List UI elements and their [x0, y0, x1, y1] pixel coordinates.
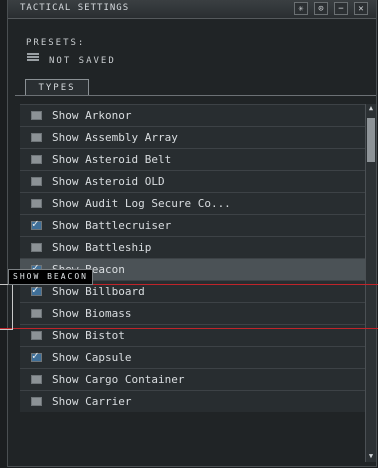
list-item-label: Show Asteroid Belt — [52, 153, 172, 166]
list-item[interactable]: Show Biomass — [20, 302, 365, 324]
presets-list-icon[interactable] — [27, 53, 39, 64]
list-item-label: Show Asteroid OLD — [52, 175, 165, 188]
list-item[interactable]: Show Battleship — [20, 236, 365, 258]
list-item-label: Show Bistot — [52, 329, 125, 342]
checkmark-icon: ✓ — [32, 217, 39, 230]
checkbox-unchecked[interactable] — [31, 397, 42, 406]
list-item[interactable]: ✓ Show Battlecruiser — [20, 214, 365, 236]
list-item[interactable]: ✓ Show Capsule — [20, 346, 365, 368]
checkbox-unchecked[interactable] — [31, 243, 42, 252]
list-item[interactable]: Show Assembly Array — [20, 126, 365, 148]
list-item[interactable]: Show Cargo Container — [20, 368, 365, 390]
close-button[interactable]: ✕ — [354, 2, 368, 15]
checkbox-unchecked[interactable] — [31, 155, 42, 164]
list-item[interactable]: Show Audit Log Secure Co... — [20, 192, 365, 214]
settings-icon: ✳ — [298, 4, 304, 14]
presets-label: PRESETS: — [26, 38, 86, 48]
window-title: TACTICAL SETTINGS — [20, 3, 130, 13]
close-icon: ✕ — [358, 4, 364, 14]
checkmark-icon: ✓ — [32, 349, 39, 362]
list-item-label: Show Battlecruiser — [52, 219, 172, 232]
tooltip: SHOW BEACON — [8, 269, 93, 285]
checkbox-unchecked[interactable] — [31, 375, 42, 384]
scroll-down-icon[interactable]: ▼ — [366, 452, 376, 462]
list-item-label: Show Billboard — [52, 285, 145, 298]
list-item[interactable]: Show Asteroid Belt — [20, 148, 365, 170]
settings-button[interactable]: ✳ — [294, 2, 308, 15]
list-item-label: Show Audit Log Secure Co... — [52, 197, 231, 210]
scroll-thumb[interactable] — [367, 118, 375, 162]
list-item-label: Show Battleship — [52, 241, 152, 254]
list-item-label: Show Capsule — [52, 351, 132, 364]
checkbox-unchecked[interactable] — [31, 111, 42, 120]
presets-value[interactable]: NOT SAVED — [49, 56, 116, 66]
checkbox-unchecked[interactable] — [31, 199, 42, 208]
checkbox-unchecked[interactable] — [31, 133, 42, 142]
list-item-label: Show Cargo Container — [52, 373, 185, 386]
minimize-button[interactable]: − — [334, 2, 348, 15]
tab-types[interactable]: TYPES — [25, 79, 89, 96]
list-item-label: Show Carrier — [52, 395, 132, 408]
checkbox-checked[interactable]: ✓ — [31, 283, 42, 296]
checkbox-checked[interactable]: ✓ — [31, 349, 42, 362]
list-item-label: Show Assembly Array — [52, 131, 178, 144]
checkbox-checked[interactable]: ✓ — [31, 217, 42, 230]
checkbox-unchecked[interactable] — [31, 331, 42, 340]
highlight-line-bottom — [0, 328, 378, 329]
info-icon: ⊙ — [318, 4, 324, 14]
minimize-icon: − — [338, 4, 344, 14]
list-item[interactable]: Show Asteroid OLD — [20, 170, 365, 192]
checkbox-unchecked[interactable] — [31, 177, 42, 186]
tab-divider — [15, 95, 376, 96]
scrollbar[interactable]: ▲ ▼ — [365, 104, 376, 462]
highlight-bracket — [0, 284, 13, 330]
scroll-up-icon[interactable]: ▲ — [366, 104, 376, 114]
list-item-label: Show Biomass — [52, 307, 132, 320]
checkbox-unchecked[interactable] — [31, 309, 42, 318]
list-item[interactable]: Show Arkonor — [20, 104, 365, 126]
title-bar[interactable]: TACTICAL SETTINGS ✳ ⊙ − ✕ — [8, 0, 376, 19]
list-item-label: Show Arkonor — [52, 109, 132, 122]
tactical-settings-window: TACTICAL SETTINGS ✳ ⊙ − ✕ PRESETS: NOT S… — [7, 0, 377, 467]
info-button[interactable]: ⊙ — [314, 2, 328, 15]
list-item[interactable]: Show Carrier — [20, 390, 365, 412]
